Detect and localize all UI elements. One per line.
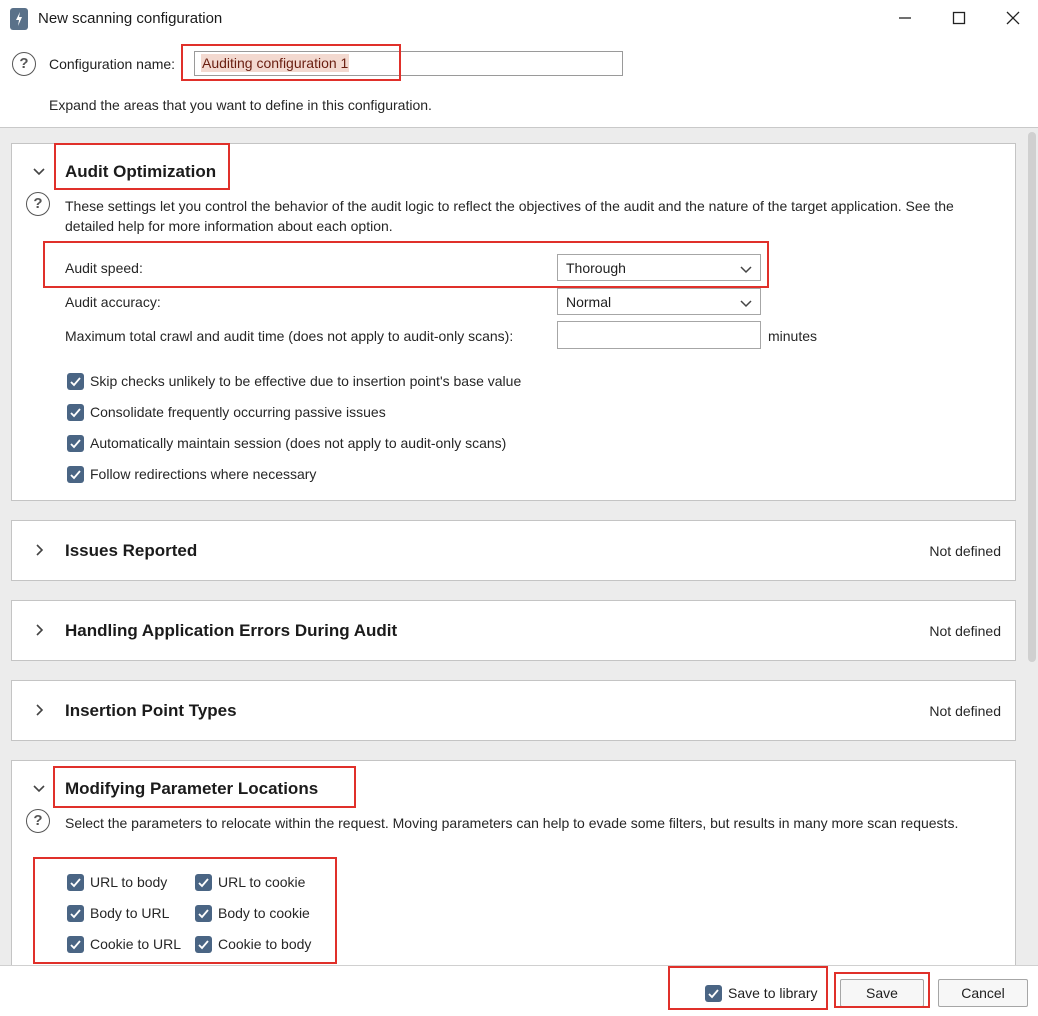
checkbox-checked-icon[interactable] — [67, 434, 84, 452]
maximize-icon[interactable] — [944, 6, 974, 32]
checkbox-label: Consolidate frequently occurring passive… — [90, 404, 386, 420]
highlight-audit-optimization — [54, 143, 230, 190]
section-title-insertion-points[interactable]: Insertion Point Types — [65, 701, 237, 721]
max-time-label: Maximum total crawl and audit time (does… — [65, 328, 514, 344]
highlight-config-name — [181, 44, 401, 81]
checkbox-maintain-session[interactable]: Automatically maintain session (does not… — [67, 434, 507, 453]
checkbox-label: Follow redirections where necessary — [90, 466, 317, 482]
close-icon[interactable] — [998, 6, 1028, 32]
scrollbar-thumb[interactable] — [1028, 132, 1036, 662]
audit-accuracy-label: Audit accuracy: — [65, 294, 161, 310]
highlight-modifying-params — [53, 766, 356, 808]
chevron-down-icon[interactable] — [32, 164, 46, 178]
checkbox-label: Automatically maintain session (does not… — [90, 435, 507, 451]
audit-accuracy-select[interactable]: Normal — [557, 288, 761, 315]
status-not-defined: Not defined — [929, 543, 1001, 559]
section-issues-reported[interactable]: Issues Reported Not defined — [11, 520, 1016, 581]
audit-accuracy-value: Normal — [566, 294, 612, 310]
section-handling-errors[interactable]: Handling Application Errors During Audit… — [11, 600, 1016, 661]
checkbox-consolidate-passive[interactable]: Consolidate frequently occurring passive… — [67, 403, 386, 422]
checkbox-checked-icon[interactable] — [67, 403, 84, 421]
minutes-label: minutes — [768, 328, 818, 344]
audit-optimization-description: These settings let you control the behav… — [65, 198, 954, 234]
status-not-defined: Not defined — [929, 623, 1001, 639]
checkbox-skip-checks[interactable]: Skip checks unlikely to be effective due… — [67, 372, 522, 391]
chevron-down-icon — [740, 296, 752, 312]
section-insertion-point-types[interactable]: Insertion Point Types Not defined — [11, 680, 1016, 741]
chevron-down-icon[interactable] — [32, 781, 46, 795]
section-audit-optimization: Audit Optimization ? These settings let … — [11, 143, 1016, 501]
vertical-scrollbar[interactable] — [1026, 128, 1038, 965]
configuration-name-label: Configuration name: — [49, 56, 176, 72]
help-icon[interactable]: ? — [26, 192, 50, 216]
checkbox-follow-redirections[interactable]: Follow redirections where necessary — [67, 465, 317, 484]
checkbox-checked-icon[interactable] — [67, 465, 84, 483]
highlight-save-button — [834, 972, 930, 1008]
checkbox-label: Skip checks unlikely to be effective due… — [90, 373, 522, 389]
checkbox-checked-icon[interactable] — [67, 372, 84, 390]
modifying-params-description: Select the parameters to relocate within… — [65, 815, 959, 831]
window-title: New scanning configuration — [38, 10, 223, 27]
title-bar: New scanning configuration — [0, 0, 1038, 38]
expand-note: Expand the areas that you want to define… — [49, 97, 432, 113]
chevron-right-icon[interactable] — [32, 543, 46, 557]
minimize-icon[interactable] — [890, 6, 920, 32]
section-title-issues-reported[interactable]: Issues Reported — [65, 541, 197, 561]
help-icon[interactable]: ? — [12, 52, 36, 76]
app-icon — [10, 8, 28, 30]
status-not-defined: Not defined — [929, 703, 1001, 719]
help-icon[interactable]: ? — [26, 809, 50, 833]
cancel-button[interactable]: Cancel — [938, 979, 1028, 1007]
chevron-right-icon[interactable] — [32, 703, 46, 717]
highlight-save-to-library — [668, 966, 828, 1010]
section-title-handling-errors[interactable]: Handling Application Errors During Audit — [65, 621, 397, 641]
highlight-audit-speed — [43, 241, 769, 288]
max-time-input[interactable] — [557, 321, 761, 349]
chevron-right-icon[interactable] — [32, 623, 46, 637]
highlight-param-checkboxes — [33, 857, 337, 964]
